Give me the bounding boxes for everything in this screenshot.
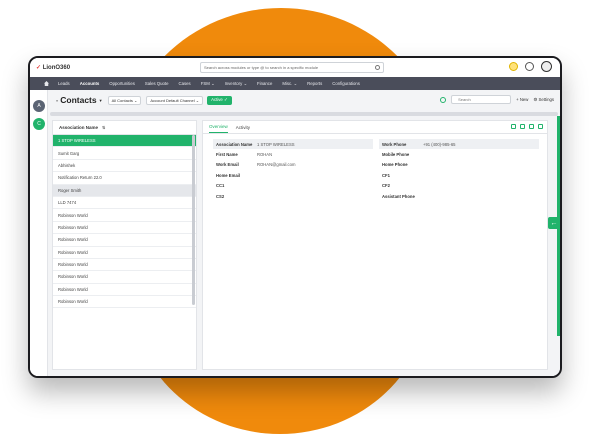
field-label: First Name [216, 152, 238, 158]
sort-icon[interactable]: ⇅ [102, 125, 105, 130]
home-icon[interactable] [44, 81, 49, 86]
settings-label: Settings [538, 96, 554, 102]
settings-icon[interactable] [511, 124, 516, 129]
chevron-down-icon[interactable]: ▼ [99, 98, 103, 103]
close-icon[interactable] [538, 124, 543, 129]
help-icon[interactable] [525, 62, 534, 71]
field-label: Work Phone [382, 141, 407, 147]
app-window: ✓ LionO360 Search across modules or type… [28, 56, 562, 378]
global-search-input[interactable]: Search across modules or type @ to searc… [200, 62, 384, 73]
app-logo[interactable]: ✓ LionO360 [36, 64, 70, 71]
horizontal-scrollbar[interactable] [50, 112, 558, 116]
nav-cases[interactable]: Cases [174, 81, 196, 86]
list-item[interactable]: Robinson World [53, 259, 196, 272]
rail-item-c[interactable]: C [33, 118, 45, 130]
detail-actions [511, 124, 543, 129]
tab-activity[interactable]: Activity [236, 125, 250, 133]
list-item[interactable]: Roger Smith [53, 184, 196, 197]
rail-item-a[interactable]: A [33, 100, 45, 112]
field-row: Association Name 1 STOP WIRELESS Work Pho… [213, 139, 539, 150]
field-row: CS2 Assistant Phone [213, 191, 539, 201]
field-label: Assistant Phone [382, 193, 415, 199]
list-item[interactable]: Sumit Garg [53, 147, 196, 160]
field-label: Work Email [216, 162, 239, 168]
field-value: 1 STOP WIRELESS [257, 141, 295, 147]
nav-sales-quote[interactable]: Sales Quote [140, 81, 174, 86]
field-label: CF2 [382, 183, 390, 189]
view-filter-select[interactable]: All Contacts ⌄ [107, 95, 142, 105]
logo-flame-icon: ✓ [36, 65, 43, 71]
channel-select[interactable]: Account Default Channel ⌄ [146, 95, 204, 105]
field-label: Mobile Phone [382, 152, 410, 158]
field-label: CC1 [216, 183, 225, 189]
lightbulb-icon[interactable] [509, 62, 518, 71]
field-row: First Name ROHAN Mobile Phone [213, 149, 539, 159]
list-item[interactable]: Robinson World [53, 209, 196, 222]
avatar[interactable] [541, 61, 552, 72]
nav-leads[interactable]: Leads [53, 81, 75, 86]
contact-detail: Overview Activity Association Name 1 STOP… [202, 120, 548, 370]
nav-misc[interactable]: Misc. ⌄ [277, 81, 302, 87]
field-value: +91 (400)-985-65 [423, 141, 456, 147]
list-header[interactable]: Association Name ⇅ [53, 121, 196, 135]
main-nav: Leads Accounts Opportunities Sales Quote… [30, 77, 560, 90]
new-button[interactable]: + New [516, 97, 528, 102]
list-item[interactable]: Robinson World [53, 296, 196, 309]
left-rail: A C [30, 90, 48, 376]
field-label: CS2 [216, 193, 225, 199]
list-item[interactable]: Abhishek [53, 160, 196, 173]
list-item[interactable]: Robinson World [53, 271, 196, 284]
contacts-toolbar: « Contacts ▼ All Contacts ⌄ Account Defa… [48, 90, 560, 110]
detail-tabs: Overview Activity [203, 121, 547, 134]
list-item[interactable]: Robinson World [53, 234, 196, 247]
top-icons [509, 61, 552, 72]
nav-accounts[interactable]: Accounts [75, 81, 105, 86]
list-item[interactable]: Robinson World [53, 222, 196, 235]
nav-fsm[interactable]: FSM ⌄ [196, 81, 220, 87]
contacts-search-input[interactable]: Search [451, 95, 512, 104]
field-value: ROHAN [257, 152, 273, 158]
list-item[interactable]: Notification Return 22.0 [53, 172, 196, 185]
toolbar-actions: Search + New ⚙ Settings [440, 95, 554, 104]
list-item[interactable]: Robinson World [53, 247, 196, 259]
top-bar: ✓ LionO360 Search across modules or type… [30, 58, 560, 77]
chevron-left-icon[interactable]: « [56, 98, 58, 103]
list-header-label: Association Name [59, 125, 99, 130]
expand-icon[interactable] [529, 124, 534, 129]
contacts-list: Association Name ⇅ 1 STOP WIRELESS Sumit… [52, 120, 197, 370]
list-item[interactable]: 1 STOP WIRELESS [53, 135, 196, 148]
upload-icon[interactable] [520, 124, 525, 129]
field-label: CF1 [382, 172, 390, 178]
field-row: Home Email CF1 [213, 170, 539, 180]
nav-opportunities[interactable]: Opportunities [104, 81, 140, 86]
list-item[interactable]: LLD 7474 [53, 197, 196, 210]
nav-reports[interactable]: Reports [302, 81, 327, 86]
channel-value: Account Default Channel [150, 97, 195, 103]
refresh-icon[interactable] [440, 96, 447, 103]
view-filter-value: All Contacts [111, 97, 133, 103]
global-search-placeholder: Search across modules or type @ to searc… [204, 65, 319, 70]
active-button[interactable]: Active ✓ [207, 95, 232, 105]
page-title: Contacts [60, 95, 97, 105]
field-value: ROHAN@gmail.com [257, 162, 296, 168]
marketing-stage: ✓ LionO360 Search across modules or type… [0, 0, 592, 434]
nav-inventory[interactable]: Inventory ⌄ [220, 81, 252, 87]
detail-fields: Association Name 1 STOP WIRELESS Work Pho… [213, 139, 539, 201]
list-scrollbar[interactable] [192, 135, 195, 305]
settings-button[interactable]: ⚙ Settings [533, 97, 554, 103]
tab-overview[interactable]: Overview [209, 124, 228, 133]
main-content: « Contacts ▼ All Contacts ⌄ Account Defa… [48, 90, 560, 376]
field-label: Home Email [216, 172, 240, 178]
field-row: Work Email ROHAN@gmail.com Home Phone [213, 160, 539, 170]
field-label: Association Name [216, 141, 253, 147]
nav-finance[interactable]: Finance [252, 81, 277, 86]
app-body: A C « Contacts ▼ All Contacts ⌄ Account … [30, 90, 560, 376]
nav-configurations[interactable]: Configurations [327, 81, 365, 86]
field-label: Home Phone [382, 162, 408, 168]
arrow-left-icon[interactable]: ← [548, 217, 560, 229]
search-icon [375, 65, 380, 70]
list-item[interactable]: Robinson World [53, 284, 196, 297]
field-row: CC1 CF2 [213, 181, 539, 191]
